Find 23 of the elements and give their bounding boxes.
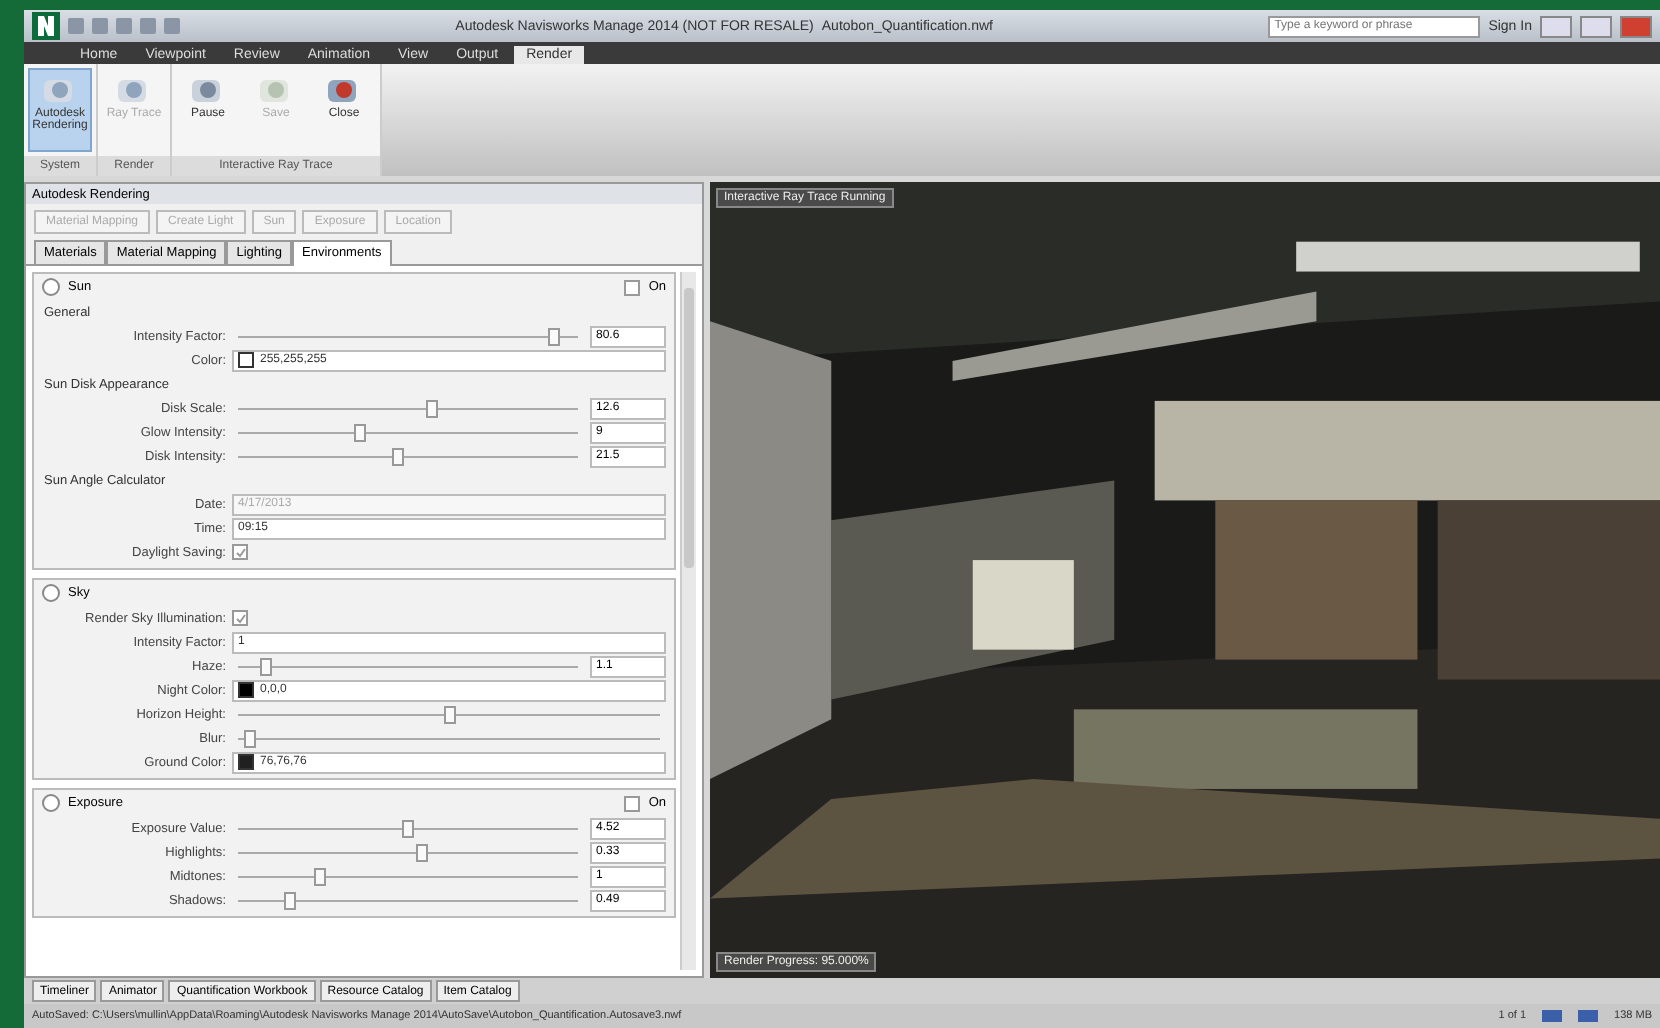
maximize-button[interactable] <box>1579 15 1612 37</box>
slider-thumb[interactable] <box>244 729 257 747</box>
slider-thumb[interactable] <box>548 327 561 345</box>
slider-thumb[interactable] <box>259 657 272 675</box>
app-icon[interactable] <box>32 12 60 40</box>
checkbox[interactable] <box>232 544 248 560</box>
minimize-button[interactable] <box>1539 15 1572 37</box>
slider-thumb[interactable] <box>443 705 455 723</box>
slider-thumb[interactable] <box>313 867 326 885</box>
slider-thumb[interactable] <box>425 399 438 417</box>
slider-thumb[interactable] <box>391 447 404 465</box>
slider-thumb[interactable] <box>415 843 428 861</box>
slider-thumb[interactable] <box>283 891 295 909</box>
close-button[interactable] <box>1619 15 1652 37</box>
checkbox[interactable] <box>624 795 641 811</box>
checkbox[interactable] <box>624 279 641 295</box>
collapse-icon[interactable] <box>42 278 60 296</box>
collapse-icon[interactable] <box>42 584 60 602</box>
slider-thumb[interactable] <box>402 819 414 837</box>
checkbox[interactable] <box>232 610 248 626</box>
collapse-icon[interactable] <box>42 794 60 812</box>
scrollbar[interactable] <box>680 272 696 970</box>
slider-thumb[interactable] <box>354 423 367 441</box>
